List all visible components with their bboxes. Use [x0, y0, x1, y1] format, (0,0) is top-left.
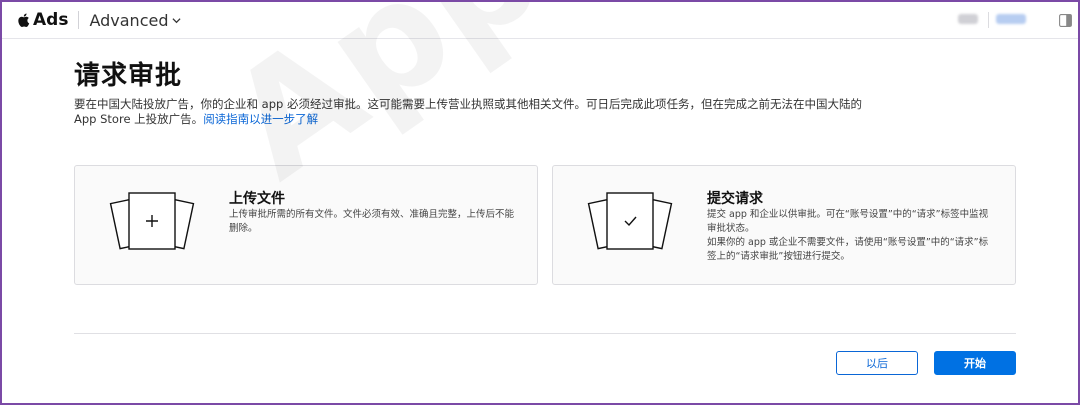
- submit-card-title: 提交请求: [707, 191, 763, 207]
- footer-divider: [74, 333, 1016, 334]
- guide-link[interactable]: 阅读指南以进一步了解: [203, 112, 318, 126]
- product-switcher-label: Advanced: [89, 10, 169, 30]
- account-menu-blurred[interactable]: [996, 14, 1026, 24]
- user-name-blurred[interactable]: [958, 14, 978, 24]
- chevron-down-icon: [172, 17, 182, 23]
- later-button[interactable]: 以后: [836, 351, 918, 375]
- upload-card-description: 上传审批所需的所有文件。文件必须有效、准确且完整，上传后不能删除。: [229, 209, 515, 234]
- start-button[interactable]: 开始: [934, 351, 1016, 375]
- submit-request-card[interactable]: 提交请求 提交 app 和企业以供审批。可在“账号设置”中的“请求”标签中监视审…: [552, 165, 1016, 285]
- side-panel-icon[interactable]: [1059, 14, 1072, 27]
- submit-card-description: 提交 app 和企业以供审批。可在“账号设置”中的“请求”标签中监视审批状态。 …: [707, 208, 997, 264]
- intro-description: 要在中国大陆投放广告，你的企业和 app 必须经过审批。这可能需要上传营业执照或…: [74, 97, 862, 126]
- brand[interactable]: Ads Advanced: [16, 10, 182, 30]
- upload-card-title: 上传文件: [229, 191, 285, 207]
- submit-card-description-line-1: 提交 app 和企业以供审批。可在“账号设置”中的“请求”标签中监视审批状态。: [707, 209, 989, 234]
- brand-name: Ads: [33, 10, 69, 30]
- brand-separator: [78, 11, 80, 29]
- checkmark-icon: [587, 192, 673, 250]
- apple-logo-icon: [18, 13, 30, 27]
- upload-documents-card[interactable]: 上传文件 上传审批所需的所有文件。文件必须有效、准确且完整，上传后不能删除。: [74, 165, 538, 285]
- top-navigation-bar: Ads Advanced: [2, 2, 1078, 39]
- intro-text: 要在中国大陆投放广告，你的企业和 app 必须经过审批。这可能需要上传营业执照或…: [74, 97, 864, 127]
- plus-icon: [109, 192, 195, 250]
- page-title: 请求审批: [74, 61, 183, 91]
- account-separator: [988, 12, 989, 28]
- submit-card-description-line-2: 如果你的 app 或企业不需要文件，请使用“账号设置”中的“请求”标签上的“请求…: [707, 237, 989, 262]
